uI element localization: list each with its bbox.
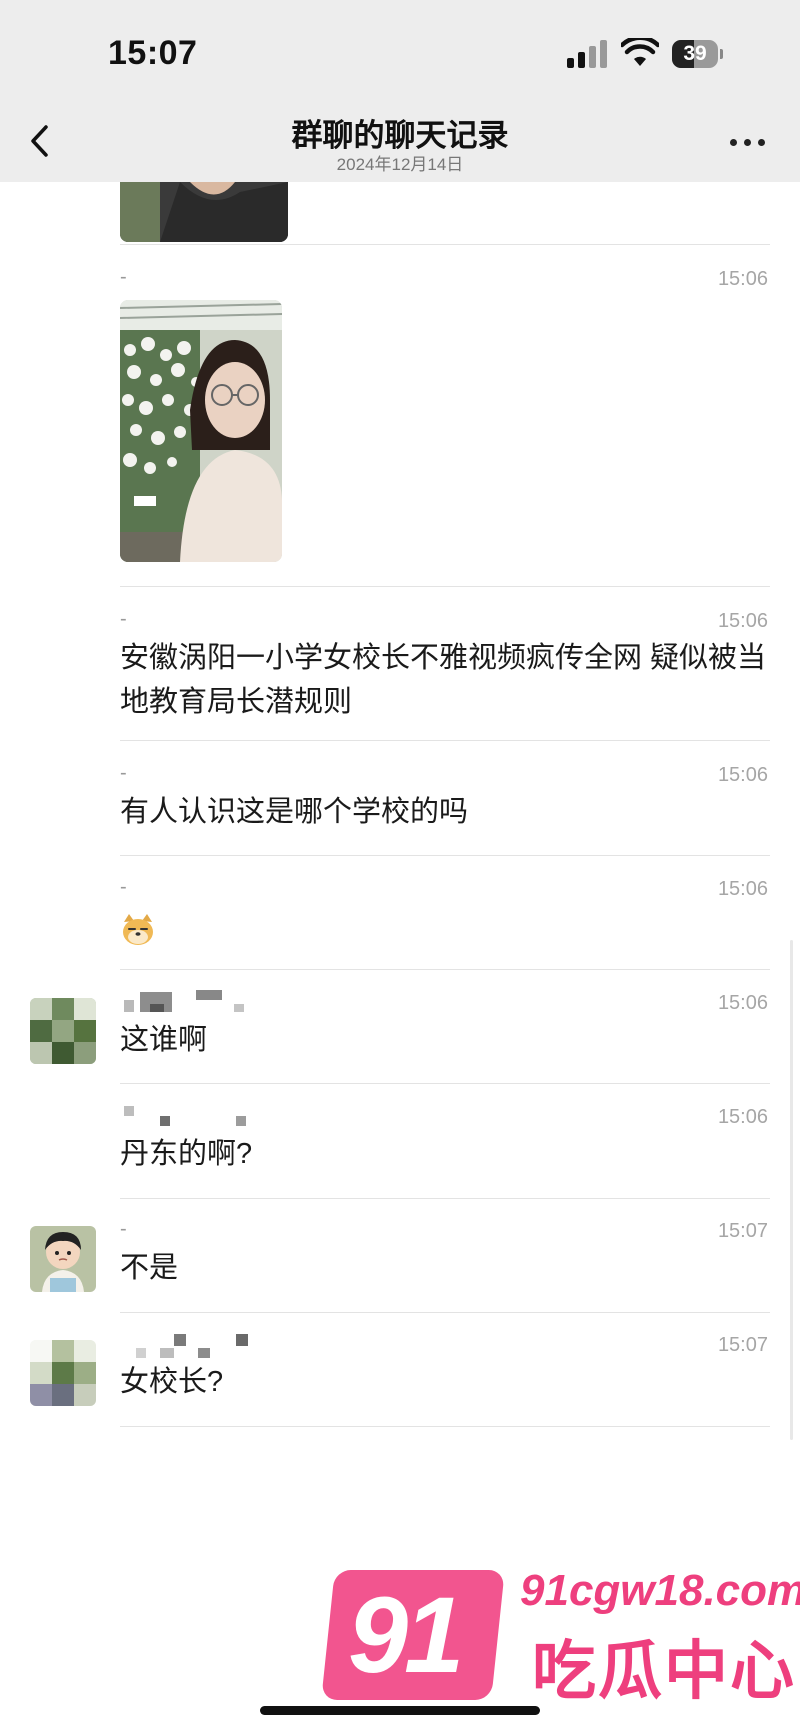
message-divider [120,855,770,856]
message-divider [120,586,770,587]
message-text: 女校长? [120,1366,224,1398]
message-divider [120,1083,770,1084]
message-sender: - [120,762,127,784]
message-divider [120,244,770,245]
watermark-name: 吃瓜中心 [532,1635,796,1707]
message-time: 15:07 [717,1220,768,1242]
message-sender: - [120,1218,127,1240]
message-divider [120,1198,770,1199]
avatar[interactable] [30,998,96,1064]
message-divider [120,969,770,970]
chat-history-list[interactable]: - 15:06 - 15:06 安徽涡阳一小学女校长不雅视频疯传全网 疑似被当地… [0,182,800,1662]
status-time: 15:07 [108,34,198,72]
battery-icon: 39 [672,40,724,68]
message-sender: - [120,266,127,288]
battery-level: 39 [683,42,707,65]
watermark-number: 91 [348,1574,464,1695]
status-bar: 15:07 39 [0,0,800,100]
message-sender: - [120,608,127,630]
home-indicator[interactable] [260,1706,540,1715]
more-options-button[interactable] [722,122,774,162]
image-message-thumbnail-partial[interactable] [120,182,288,242]
avatar[interactable] [30,1340,96,1406]
message-time: 15:06 [717,1106,768,1128]
message-divider [120,1312,770,1313]
nav-bar: 群聊的聊天记录 2024年12月14日 [0,100,800,182]
cellular-signal-icon [567,40,611,68]
message-time: 15:06 [717,992,768,1014]
message-time: 15:07 [717,1334,768,1356]
avatar[interactable] [30,1226,96,1292]
page-subtitle-date: 2024年12月14日 [336,155,464,174]
message-sender: - [120,876,127,898]
message-time: 15:06 [717,610,768,632]
wifi-icon [621,38,659,66]
message-divider [120,740,770,741]
message-time: 15:06 [717,764,768,786]
doge-emoji-icon [123,914,153,945]
message-text: 不是 [120,1252,179,1284]
page-title: 群聊的聊天记录 [291,118,509,153]
watermark-url: 91cgw18.com [520,1566,800,1615]
message-text: 有人认识这是哪个学校的吗 [120,796,469,828]
image-message-thumbnail[interactable] [120,300,282,562]
message-divider [120,1426,770,1427]
scrollbar[interactable] [790,940,793,1440]
message-text: 这谁啊 [120,1024,208,1056]
message-time: 15:06 [717,878,768,900]
message-text: 丹东的啊? [120,1138,253,1170]
message-time: 15:06 [717,268,768,290]
message-text: 安徽涡阳一小学女校长不雅视频疯传全网 疑似被当地教育局长潜规则 [120,642,767,718]
